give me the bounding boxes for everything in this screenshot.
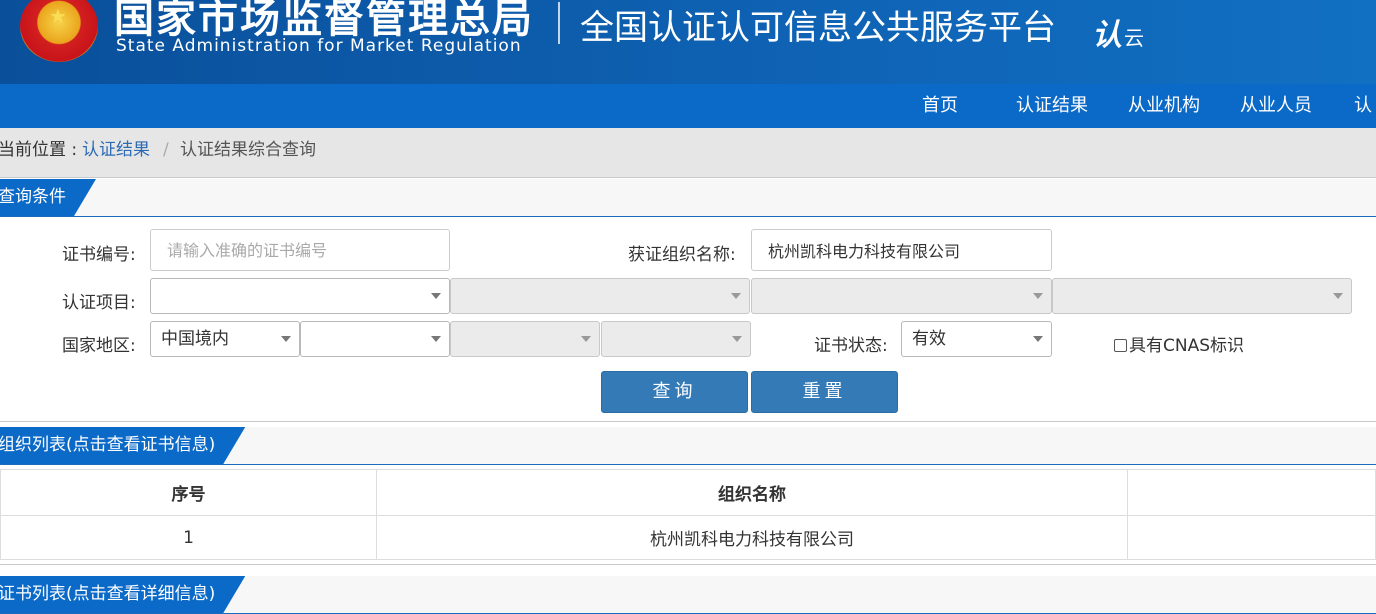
chevron-down-icon [281,336,291,342]
chevron-down-icon [731,293,741,299]
site-header: ★ 国家市场监督管理总局 State Administration for Ma… [0,0,1376,84]
project-select-3 [751,278,1052,314]
query-section-title: 查询条件 [0,187,66,207]
table-row[interactable]: 1 杭州凯科电力科技有限公司 [0,515,1376,560]
region-select-district [601,321,751,357]
org-name-label: 获证组织名称: [628,245,736,265]
breadcrumb-prefix: 当前位置 : [0,140,78,160]
nav-item-institutions[interactable]: 从业机构 [1128,84,1200,128]
cert-list-section-tab: 证书列表(点击查看详细信息) [0,576,245,613]
search-button[interactable]: 查询 [601,371,748,413]
reset-button[interactable]: 重置 [751,371,898,413]
breadcrumb-separator: / [163,140,169,160]
nav-item-more[interactable]: 认 [1354,84,1372,128]
logo-text: 认 [1092,18,1122,53]
row-index-cell[interactable]: 1 [0,515,377,560]
cert-list-section-header: 证书列表(点击查看详细信息) [0,576,1376,614]
renzheng-cloud-logo: 认云 [1092,10,1144,54]
org-list-table: 序号 组织名称 1 杭州凯科电力科技有限公司 [0,469,1376,560]
breadcrumb-link-cert-results[interactable]: 认证结果 [82,128,150,172]
region-select-province[interactable] [300,321,450,357]
row-extra-cell [1127,515,1376,560]
cert-no-label: 证书编号: [62,245,136,265]
checkbox-icon[interactable] [1114,339,1127,352]
org-list-table-area: 序号 组织名称 1 杭州凯科电力科技有限公司 [0,469,1376,565]
breadcrumb-current: 认证结果综合查询 [180,140,316,160]
project-select-2 [450,278,750,314]
chevron-down-icon [1033,336,1043,342]
region-label: 国家地区: [62,336,136,356]
project-label: 认证项目: [62,293,136,313]
chevron-down-icon [732,336,742,342]
national-emblem-icon: ★ [20,0,98,62]
column-header-org-name: 组织名称 [376,469,1128,516]
status-select[interactable]: 有效 [901,321,1052,357]
header-divider [558,2,560,44]
cnas-checkbox[interactable]: 具有CNAS标识 [1114,331,1244,356]
nav-item-personnel[interactable]: 从业人员 [1240,84,1312,128]
table-header-row: 序号 组织名称 [0,469,1376,516]
cert-no-input[interactable] [150,229,450,271]
cert-list-title: 证书列表(点击查看详细信息) [0,584,216,604]
org-name-en: State Administration for Market Regulati… [116,36,522,56]
platform-title: 全国认证认可信息公共服务平台 [580,8,1056,48]
chevron-down-icon [431,293,441,299]
query-section-header: 查询条件 [0,179,1376,217]
status-label: 证书状态: [814,336,888,356]
cnas-label: 具有CNAS标识 [1129,336,1245,356]
breadcrumb: 当前位置 : 认证结果 / 认证结果综合查询 [0,128,1376,178]
chevron-down-icon [581,336,591,342]
nav-item-home[interactable]: 首页 [922,84,958,128]
region-select-country[interactable]: 中国境内 [150,321,300,357]
column-header-extra [1127,469,1376,516]
chevron-down-icon [1033,293,1043,299]
main-nav: 首页 认证结果 从业机构 从业人员 认 [0,84,1376,128]
region-select-value: 中国境内 [161,329,229,349]
row-org-name-cell[interactable]: 杭州凯科电力科技有限公司 [376,515,1128,560]
query-section-tab: 查询条件 [0,179,96,216]
org-list-section-header: 组织列表(点击查看证书信息) [0,427,1376,465]
logo-sub: 云 [1124,26,1144,50]
chevron-down-icon [431,336,441,342]
org-list-title: 组织列表(点击查看证书信息) [0,435,216,455]
chevron-down-icon [1333,293,1343,299]
nav-item-cert-results[interactable]: 认证结果 [1016,84,1088,128]
project-select-4 [1052,278,1352,314]
project-select-1[interactable] [150,278,450,314]
org-list-section-tab: 组织列表(点击查看证书信息) [0,427,245,464]
region-select-city [450,321,600,357]
column-header-index: 序号 [0,469,377,516]
org-name-input[interactable] [751,229,1052,271]
status-select-value: 有效 [912,329,946,349]
query-form: 证书编号: 获证组织名称: 认证项目: 国家地区: 中国境内 证书状态: 有效 … [0,217,1376,422]
